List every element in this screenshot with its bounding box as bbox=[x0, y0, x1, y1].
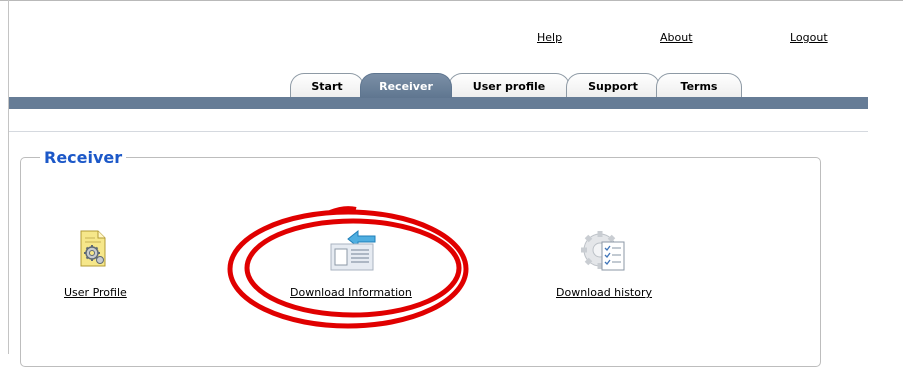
download-history-gear-icon bbox=[581, 231, 625, 271]
window-top-border bbox=[0, 0, 903, 1]
navigation-band bbox=[9, 97, 868, 109]
tab-terms[interactable]: Terms bbox=[656, 73, 742, 97]
help-link[interactable]: Help bbox=[537, 31, 562, 44]
tab-user-profile[interactable]: User profile bbox=[448, 73, 570, 97]
receiver-panel bbox=[20, 157, 821, 367]
download-history-label[interactable]: Download history bbox=[556, 286, 652, 299]
divider-line bbox=[9, 131, 868, 132]
tab-start[interactable]: Start bbox=[290, 73, 364, 97]
window-left-border bbox=[8, 0, 9, 354]
download-information-label[interactable]: Download Information bbox=[290, 286, 412, 299]
panel-title: Receiver bbox=[40, 149, 127, 167]
tab-receiver[interactable]: Receiver bbox=[360, 73, 452, 98]
about-link[interactable]: About bbox=[660, 31, 693, 44]
tab-support[interactable]: Support bbox=[566, 73, 660, 97]
download-information-icon bbox=[330, 229, 376, 271]
logout-link[interactable]: Logout bbox=[790, 31, 828, 44]
user-profile-label[interactable]: User Profile bbox=[64, 286, 127, 299]
user-profile-document-gear-icon bbox=[80, 230, 106, 267]
